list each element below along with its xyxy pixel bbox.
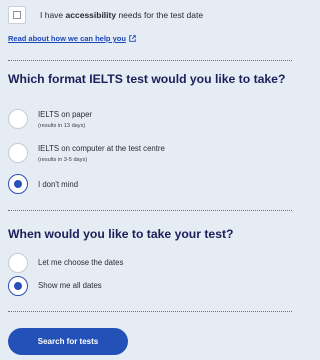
external-link-icon	[129, 35, 136, 42]
section-divider	[8, 210, 292, 211]
search-for-tests-button[interactable]: Search for tests	[8, 328, 128, 355]
accessibility-option[interactable]: I have accessibility needs for the test …	[8, 6, 203, 24]
accessibility-checkbox[interactable]	[8, 6, 26, 24]
checkbox-box-icon	[13, 11, 21, 19]
format-option-label: IELTS on computer at the test centre	[38, 144, 165, 153]
accessibility-label-start: I have	[40, 10, 66, 20]
accessibility-label-end: needs for the test date	[116, 10, 204, 20]
format-paper-radio[interactable]	[8, 109, 28, 129]
format-option-sub: (results in 13 days)	[38, 123, 86, 129]
date-option-choose[interactable]: Let me choose the dates	[8, 253, 123, 273]
search-form-page: I have accessibility needs for the test …	[0, 0, 300, 360]
accessibility-label-bold: accessibility	[65, 10, 117, 20]
format-option-paper[interactable]: IELTS on paper (results in 13 days)	[8, 109, 92, 129]
date-option-label: Show me all dates	[38, 281, 102, 290]
date-all-radio[interactable]	[8, 276, 28, 296]
radio-selected-dot	[14, 282, 22, 290]
section-divider	[8, 60, 292, 61]
format-option-computer[interactable]: IELTS on computer at the test centre (re…	[8, 143, 165, 163]
format-heading: Which format IELTS test would you like t…	[8, 72, 286, 86]
date-option-all[interactable]: Show me all dates	[8, 276, 102, 296]
date-option-label: Let me choose the dates	[38, 258, 124, 267]
help-link-label: Read about how we can help you	[8, 34, 126, 43]
radio-selected-dot	[14, 180, 22, 188]
accessibility-label: I have accessibility needs for the test …	[40, 10, 203, 20]
section-divider	[8, 311, 292, 312]
format-option-label: I don't mind	[38, 180, 79, 189]
date-heading: When would you like to take your test?	[8, 227, 234, 241]
format-option-label: IELTS on paper	[38, 110, 93, 119]
format-any-radio[interactable]	[8, 174, 28, 194]
accessibility-help-link[interactable]: Read about how we can help you	[8, 34, 136, 43]
format-option-any[interactable]: I don't mind	[8, 174, 78, 194]
format-computer-radio[interactable]	[8, 143, 28, 163]
format-option-sub: (results in 3-5 days)	[38, 157, 88, 163]
date-choose-radio[interactable]	[8, 253, 28, 273]
